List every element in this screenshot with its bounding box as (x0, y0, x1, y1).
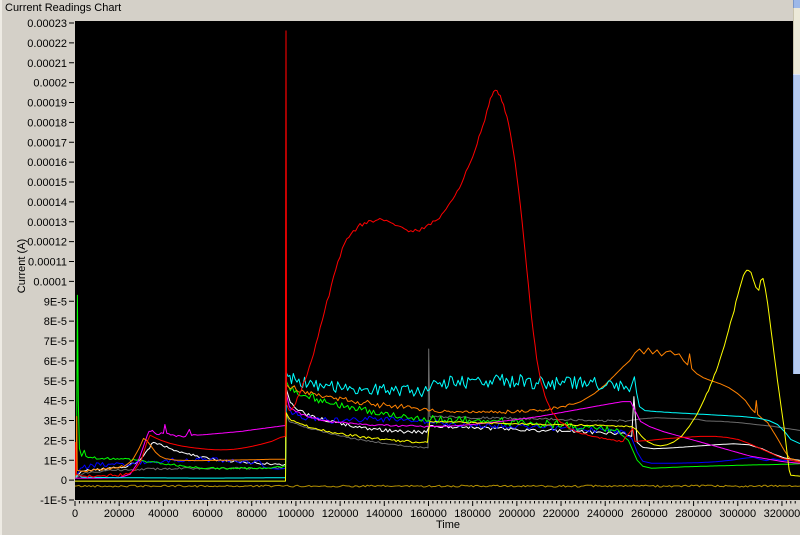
y-tick-label: 1E-5 (44, 455, 67, 467)
y-tick-label: 0.00017 (27, 137, 67, 149)
y-tick-label: 0.0002 (33, 78, 67, 90)
y-tick-label: 0.00015 (27, 177, 67, 189)
y-tick-label: 4E-5 (44, 396, 67, 408)
y-tick-label: 0.00018 (27, 117, 67, 129)
x-axis-label: Time (436, 519, 460, 531)
y-tick-label: 0.00021 (27, 58, 67, 70)
y-tick-label: 0.00012 (27, 237, 67, 249)
x-tick-label: 320000 (764, 508, 800, 520)
chart-canvas: 0.00023 0.00022 0.00021 0.0002 0.00019 0.0001… (0, 0, 800, 535)
x-tick-label: 100000 (278, 508, 315, 520)
y-tick-label: 9E-5 (44, 296, 67, 308)
y-tick-label: 3E-5 (44, 416, 67, 428)
y-tick-label: 8E-5 (44, 316, 67, 328)
background-window-scrollbar-track[interactable] (793, 8, 800, 74)
x-tick-label: 300000 (719, 508, 756, 520)
y-tick-label: 5E-5 (44, 376, 67, 388)
x-tick-label: 0 (72, 508, 78, 520)
plot-area (75, 21, 800, 500)
x-tick-label: 60000 (192, 508, 223, 520)
x-tick-label: 80000 (236, 508, 267, 520)
x-tick-label: 260000 (631, 508, 668, 520)
y-tick-label: 0.00022 (27, 38, 67, 50)
x-tick-label: 40000 (148, 508, 179, 520)
x-tick-label: 220000 (543, 508, 580, 520)
y-tick-label: 0.00011 (28, 257, 67, 269)
x-tick-label: 240000 (587, 508, 624, 520)
x-tick-label: 280000 (675, 508, 712, 520)
y-tick-label: 0.00019 (27, 98, 67, 110)
y-tick-label: 0.00013 (27, 217, 67, 229)
x-tick-label: 140000 (366, 508, 403, 520)
y-tick-label: 0.0001 (33, 276, 67, 288)
y-tick-label: 6E-5 (44, 356, 67, 368)
y-tick-label: 0.00014 (27, 197, 67, 209)
background-window-scrollbar-thumb[interactable] (793, 74, 800, 374)
y-tick-label: 7E-5 (44, 336, 67, 348)
y-tick-label: 0.00023 (27, 18, 67, 30)
background-window-scrollbar-button[interactable] (793, 0, 800, 8)
x-tick-label: 20000 (104, 508, 135, 520)
x-tick-label: 200000 (498, 508, 535, 520)
y-tick-label: 0.00016 (27, 157, 67, 169)
x-tick-label: 120000 (322, 508, 359, 520)
y-tick-label: 0 (61, 475, 67, 487)
y-tick-label: -1E-5 (40, 495, 67, 507)
y-tick-label: 2E-5 (44, 435, 67, 447)
